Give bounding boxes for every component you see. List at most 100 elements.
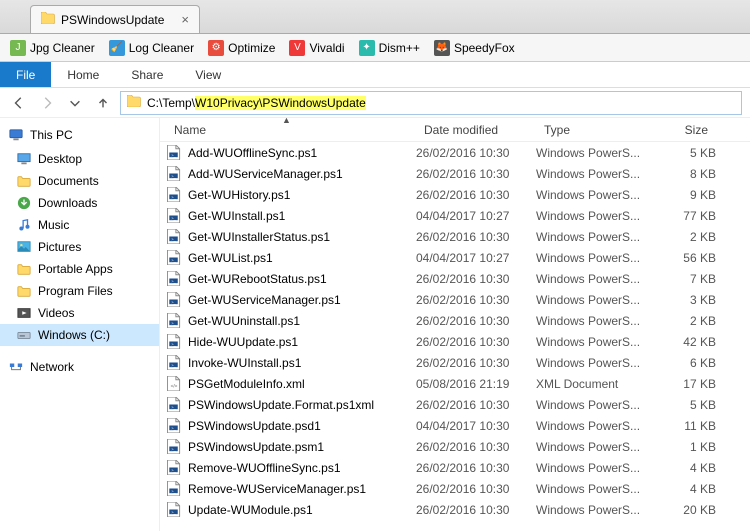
file-icon: >_ xyxy=(166,418,182,434)
toolbar-item-label: Vivaldi xyxy=(309,41,344,55)
ribbon-share[interactable]: Share xyxy=(115,62,179,87)
file-name: Get-WUUninstall.ps1 xyxy=(188,314,300,328)
toolbar-item[interactable]: 🦊SpeedyFox xyxy=(434,40,515,56)
file-name: PSWindowsUpdate.Format.ps1xml xyxy=(188,398,374,412)
sidebar-item[interactable]: Downloads xyxy=(0,192,159,214)
file-name: PSWindowsUpdate.psd1 xyxy=(188,419,321,433)
sidebar-item-label: Portable Apps xyxy=(38,262,113,276)
file-row[interactable]: >_Add-WUOfflineSync.ps126/02/2016 10:30W… xyxy=(160,142,750,163)
file-row[interactable]: >_Invoke-WUInstall.ps126/02/2016 10:30Wi… xyxy=(160,352,750,373)
file-icon: >_ xyxy=(166,166,182,182)
file-icon: >_ xyxy=(166,397,182,413)
file-size: 5 KB xyxy=(646,398,716,412)
file-date: 26/02/2016 10:30 xyxy=(416,335,536,349)
nav-history-button[interactable] xyxy=(64,92,86,114)
browser-tab[interactable]: PSWindowsUpdate × xyxy=(30,5,200,33)
sidebar-item[interactable]: Videos xyxy=(0,302,159,324)
col-size[interactable]: Size xyxy=(646,123,716,137)
toolbar-item[interactable]: J Jpg Cleaner xyxy=(10,40,95,56)
sidebar-item[interactable]: Program Files xyxy=(0,280,159,302)
drive-icon xyxy=(16,327,32,343)
file-name: Invoke-WUInstall.ps1 xyxy=(188,356,301,370)
file-size: 42 KB xyxy=(646,335,716,349)
file-size: 17 KB xyxy=(646,377,716,391)
file-row[interactable]: >_Get-WURebootStatus.ps126/02/2016 10:30… xyxy=(160,268,750,289)
tab-close-icon[interactable]: × xyxy=(181,12,189,27)
file-date: 26/02/2016 10:30 xyxy=(416,398,536,412)
file-type: Windows PowerS... xyxy=(536,272,646,286)
toolbar-item-icon: J xyxy=(10,40,26,56)
toolbar-item[interactable]: 🧹Log Cleaner xyxy=(109,40,194,56)
file-row[interactable]: >_Remove-WUOfflineSync.ps126/02/2016 10:… xyxy=(160,457,750,478)
file-date: 26/02/2016 10:30 xyxy=(416,461,536,475)
sidebar-item[interactable]: Desktop xyxy=(0,148,159,170)
main-area: This PC DesktopDocuments Downloads Music Pi… xyxy=(0,118,750,531)
file-icon: >_ xyxy=(166,439,182,455)
file-icon: >_ xyxy=(166,187,182,203)
file-row[interactable]: >_ PSWindowsUpdate.Format.ps1xml 26/02/201… xyxy=(160,394,750,415)
file-size: 20 KB xyxy=(646,503,716,517)
toolbar-item-icon: 🦊 xyxy=(434,40,450,56)
sidebar-item[interactable]: Documents xyxy=(0,170,159,192)
file-row[interactable]: >_PSWindowsUpdate.psd104/04/2017 10:30Wi… xyxy=(160,415,750,436)
file-row[interactable]: >_PSWindowsUpdate.psm126/02/2016 10:30Wi… xyxy=(160,436,750,457)
file-type: Windows PowerS... xyxy=(536,440,646,454)
sidebar-item-label: Music xyxy=(38,218,69,232)
svg-text:</>: </> xyxy=(171,383,178,388)
browser-tab-bar: PSWindowsUpdate × xyxy=(0,0,750,34)
file-size: 2 KB xyxy=(646,230,716,244)
file-row[interactable]: >_Get-WUHistory.ps126/02/2016 10:30Windo… xyxy=(160,184,750,205)
sidebar-network[interactable]: Network xyxy=(0,356,159,378)
ribbon-view[interactable]: View xyxy=(179,62,237,87)
file-row[interactable]: >_Hide-WUUpdate.ps126/02/2016 10:30Windo… xyxy=(160,331,750,352)
sidebar-item-label: Downloads xyxy=(38,196,97,210)
file-name: Get-WUList.ps1 xyxy=(188,251,273,265)
network-icon xyxy=(8,359,24,375)
toolbar-item-label: Log Cleaner xyxy=(129,41,194,55)
toolbar-item-label: Dism++ xyxy=(379,41,420,55)
file-type: Windows PowerS... xyxy=(536,461,646,475)
file-row[interactable]: >_Get-WUInstallerStatus.ps126/02/2016 10… xyxy=(160,226,750,247)
file-row[interactable]: >_Get-WUInstall.ps104/04/2017 10:27Windo… xyxy=(160,205,750,226)
col-name[interactable]: Name xyxy=(166,123,416,137)
sidebar-thispc[interactable]: This PC xyxy=(0,124,159,146)
sidebar-item[interactable]: Windows (C:) xyxy=(0,324,159,346)
nav-up-button[interactable] xyxy=(92,92,114,114)
folder-icon xyxy=(127,95,141,110)
ribbon-home[interactable]: Home xyxy=(51,62,115,87)
toolbar-item-label: Jpg Cleaner xyxy=(30,41,95,55)
file-type: Windows PowerS... xyxy=(536,209,646,223)
file-row[interactable]: </>PSGetModuleInfo.xml05/08/2016 21:19XM… xyxy=(160,373,750,394)
file-row[interactable]: >_Add-WUServiceManager.ps126/02/2016 10:… xyxy=(160,163,750,184)
file-date: 04/04/2017 10:30 xyxy=(416,419,536,433)
toolbar-item-label: Optimize xyxy=(228,41,275,55)
nav-back-button[interactable] xyxy=(8,92,30,114)
folder-icon xyxy=(16,261,32,277)
file-row[interactable]: >_Remove-WUServiceManager.ps126/02/2016 … xyxy=(160,478,750,499)
toolbar-item[interactable]: ⚙Optimize xyxy=(208,40,275,56)
file-name: Update-WUModule.ps1 xyxy=(188,503,313,517)
toolbar-item[interactable]: VVivaldi xyxy=(289,40,344,56)
address-bar[interactable]: C:\Temp\W10Privacy\PSWindowsUpdate xyxy=(120,91,742,115)
music-icon xyxy=(16,217,32,233)
col-type[interactable]: Type xyxy=(536,123,646,137)
toolbar-item-icon: ✦ xyxy=(359,40,375,56)
file-row[interactable]: >_Update-WUModule.ps126/02/2016 10:30Win… xyxy=(160,499,750,520)
ribbon-file[interactable]: File xyxy=(0,62,51,87)
toolbar-item[interactable]: ✦ Dism++ xyxy=(359,40,420,56)
file-row[interactable]: >_Get-WUUninstall.ps126/02/2016 10:30Win… xyxy=(160,310,750,331)
file-row[interactable]: >_Get-WUServiceManager.ps126/02/2016 10:… xyxy=(160,289,750,310)
sort-indicator-icon: ▲ xyxy=(282,118,291,125)
file-name: Get-WUInstallerStatus.ps1 xyxy=(188,230,330,244)
sidebar-item[interactable]: Pictures xyxy=(0,236,159,258)
file-type: Windows PowerS... xyxy=(536,398,646,412)
file-icon: >_ xyxy=(166,313,182,329)
file-row[interactable]: >_Get-WUList.ps104/04/2017 10:27Windows … xyxy=(160,247,750,268)
file-size: 11 KB xyxy=(646,419,716,433)
sidebar-item[interactable]: Portable Apps xyxy=(0,258,159,280)
file-date: 26/02/2016 10:30 xyxy=(416,440,536,454)
file-name: Hide-WUUpdate.ps1 xyxy=(188,335,298,349)
col-date[interactable]: Date modified xyxy=(416,123,536,137)
sidebar-item[interactable]: Music xyxy=(0,214,159,236)
nav-forward-button[interactable] xyxy=(36,92,58,114)
